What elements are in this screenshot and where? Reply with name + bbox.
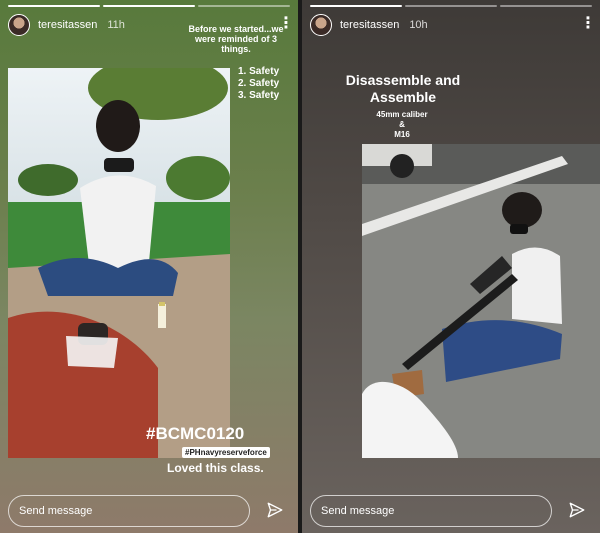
more-vertical-icon[interactable]: ⋮ <box>580 14 596 34</box>
progress-segment <box>310 5 402 7</box>
subtitle-line: M16 <box>394 130 410 139</box>
story-subtitle: 45mm caliber & M16 <box>362 110 442 140</box>
send-message-input[interactable]: Send message <box>8 495 250 527</box>
progress-segment <box>8 5 100 7</box>
story-photo <box>8 68 230 458</box>
safety-item: 3. Safety <box>238 90 280 101</box>
send-message-placeholder: Send message <box>321 505 395 517</box>
training-photo-left <box>8 68 230 458</box>
closing-caption: Loved this class. <box>167 461 264 475</box>
safety-item: 2. Safety <box>238 78 280 89</box>
subtitle-line: & <box>399 120 405 129</box>
username[interactable]: teresitassen <box>38 19 97 31</box>
send-message-input[interactable]: Send message <box>310 495 552 527</box>
username[interactable]: teresitassen <box>340 19 399 31</box>
story-right[interactable]: teresitassen 10h ⋮ Disassemble and Assem… <box>302 0 600 533</box>
send-icon[interactable] <box>266 501 284 519</box>
training-photo-right <box>362 144 600 458</box>
story-progress-bar <box>8 5 290 7</box>
story-photo <box>362 144 600 458</box>
reminder-caption: Before we started...we were reminded of … <box>188 24 284 54</box>
story-header: teresitassen 10h ⋮ <box>310 12 596 38</box>
avatar[interactable] <box>8 14 30 36</box>
subtitle-line: 45mm caliber <box>376 110 428 119</box>
send-message-placeholder: Send message <box>19 505 93 517</box>
timestamp: 11h <box>107 19 125 31</box>
story-left[interactable]: teresitassen 11h ⋮ Before we started...w… <box>0 0 298 533</box>
safety-list: 1. Safety 2. Safety 3. Safety <box>238 66 279 102</box>
send-icon[interactable] <box>568 501 586 519</box>
story-progress-bar <box>310 5 592 7</box>
story-title: Disassemble and Assemble <box>345 72 461 105</box>
progress-segment <box>198 5 290 7</box>
avatar[interactable] <box>310 14 332 36</box>
hashtag-main[interactable]: #BCMC0120 <box>146 424 244 444</box>
hashtag-sticker[interactable]: #PHnavyreserveforce <box>182 447 270 458</box>
progress-segment <box>500 5 592 7</box>
safety-item: 1. Safety <box>238 66 280 77</box>
timestamp: 10h <box>409 19 428 31</box>
progress-segment <box>405 5 497 7</box>
progress-segment <box>103 5 195 7</box>
